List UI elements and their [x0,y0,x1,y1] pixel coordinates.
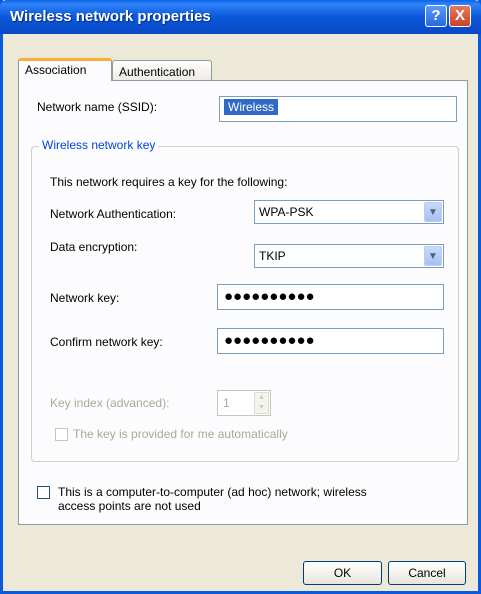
chevron-down-icon[interactable]: ▼ [424,202,442,222]
encryption-label: Data encryption: [50,240,138,254]
confirm-key-value: ●●●●●●●●●● [224,332,315,349]
key-description: This network requires a key for the foll… [50,175,288,189]
network-key-label: Network key: [50,291,120,305]
help-button[interactable]: ? [425,5,447,27]
title-bar[interactable]: Wireless network properties ? X [0,0,481,34]
ssid-input[interactable]: Wireless [219,96,457,122]
auth-value: WPA-PSK [259,205,314,219]
chevron-down-icon[interactable]: ▼ [424,246,442,266]
adhoc-checkbox[interactable] [37,486,50,499]
auth-select[interactable]: WPA-PSK ▼ [254,200,444,224]
key-index-label: Key index (advanced): [50,396,170,410]
spin-arrows-icon[interactable]: ▲ ▼ [254,392,269,414]
network-key-input[interactable]: ●●●●●●●●●● [217,284,444,310]
ok-button[interactable]: OK [303,561,382,585]
tab-association[interactable]: Association [18,58,112,81]
close-icon: X [454,7,465,24]
encryption-select[interactable]: TKIP ▼ [254,244,444,268]
window-title: Wireless network properties [10,8,211,25]
key-index-spinner[interactable]: 1 ▲ ▼ [217,390,271,416]
network-key-value: ●●●●●●●●●● [224,288,315,305]
close-button[interactable]: X [449,5,471,27]
auto-key-checkbox[interactable] [55,428,68,441]
group-title: Wireless network key [39,138,159,152]
ssid-label: Network name (SSID): [37,100,158,114]
help-icon: ? [431,7,441,24]
encryption-value: TKIP [259,249,286,263]
adhoc-label-line2: access points are not used [58,499,201,513]
confirm-key-input[interactable]: ●●●●●●●●●● [217,328,444,354]
cancel-button[interactable]: Cancel [388,561,466,585]
key-index-value: 1 [223,396,230,410]
adhoc-label-line1: This is a computer-to-computer (ad hoc) … [58,485,367,499]
tab-authentication[interactable]: Authentication [112,60,212,81]
confirm-key-label: Confirm network key: [50,335,163,349]
ssid-value: Wireless [224,99,279,115]
auth-label: Network Authentication: [50,207,177,221]
auto-key-label: The key is provided for me automatically [73,427,288,441]
